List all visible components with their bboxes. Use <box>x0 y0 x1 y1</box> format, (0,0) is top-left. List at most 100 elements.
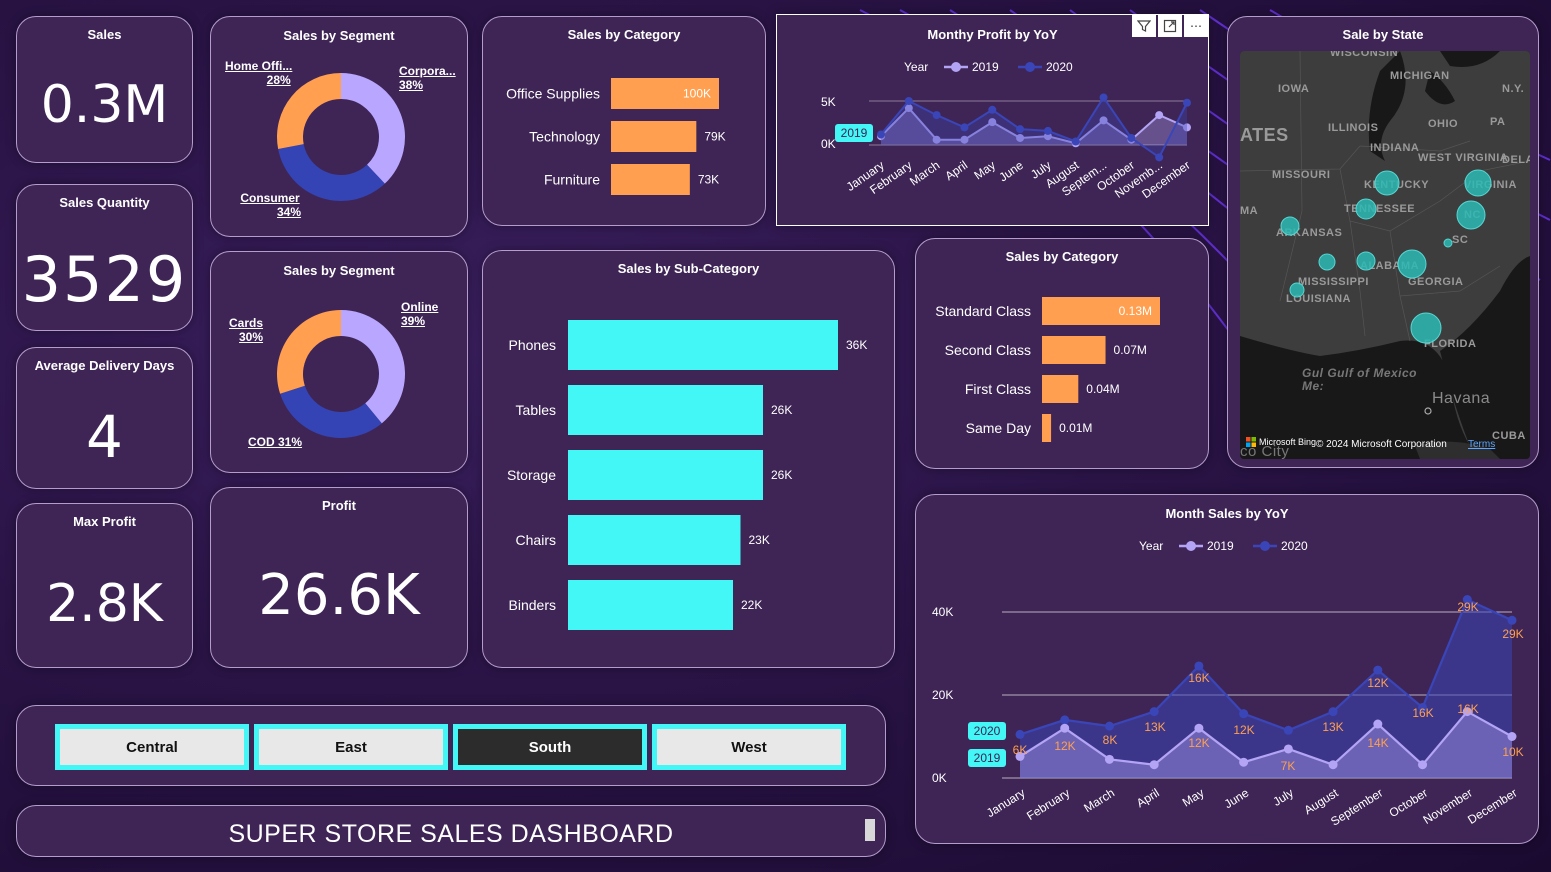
bar-data-label: 79K <box>704 130 725 144</box>
bar-category-label: Storage <box>507 467 556 483</box>
legend-label[interactable]: 2019 <box>972 60 999 74</box>
data-point[interactable] <box>1507 615 1517 625</box>
data-point[interactable] <box>1015 729 1025 739</box>
data-label: 12K <box>1367 676 1388 690</box>
data-label: 10K <box>1502 745 1523 759</box>
data-point[interactable] <box>1194 661 1204 671</box>
data-label: 29K <box>1502 627 1523 641</box>
kpi-delivery-value: 4 <box>86 403 123 471</box>
label-pct: 34% <box>277 205 302 219</box>
data-point[interactable] <box>1043 126 1052 135</box>
data-point[interactable] <box>960 123 969 132</box>
region-button-south[interactable]: South <box>453 724 647 770</box>
data-point[interactable] <box>1283 744 1293 754</box>
bubble-sc <box>1443 238 1453 248</box>
label-pct: 39% <box>401 314 426 328</box>
category-bar-chart[interactable]: Office Supplies 100K Technology 79K Furnitur… <box>483 17 766 226</box>
donut-slice-corpora[interactable] <box>341 73 405 184</box>
kpi-quantity-card: Sales Quantity 3529 <box>16 184 193 331</box>
data-point[interactable] <box>1149 707 1159 717</box>
monthly-profit-card: ⋯ Monthy Profit by YoY Year 2019 2020 5K 0K 2… <box>776 14 1209 226</box>
x-tick-label: June <box>1222 786 1252 812</box>
x-tick-label: April <box>942 158 970 183</box>
segment-donut-1-label-consumer: Consumer 34% <box>239 191 301 219</box>
x-tick-label: February <box>1024 786 1072 823</box>
month-sales-area-chart[interactable]: Year 2019 2020 40K 20K 0K 6K 12K 8K 13K 16K 12K 12K 7… <box>916 495 1539 844</box>
data-point[interactable] <box>904 97 913 105</box>
shipmode-bar-chart[interactable]: Standard Class 0.13M Second Class 0.07M Firs… <box>916 239 1209 469</box>
legend-marker <box>951 62 961 72</box>
map-terms-link[interactable]: Terms <box>1468 439 1495 450</box>
bar-category-label: Technology <box>529 129 600 145</box>
data-point[interactable] <box>1507 732 1517 741</box>
bar-data-label: 0.07M <box>1114 343 1147 357</box>
data-point[interactable] <box>932 111 941 120</box>
bar[interactable] <box>568 580 733 630</box>
data-point[interactable] <box>1194 723 1204 733</box>
bubble-kentucky <box>1374 170 1400 196</box>
data-point[interactable] <box>1373 665 1383 675</box>
data-point[interactable] <box>988 105 997 114</box>
data-point[interactable] <box>1283 725 1293 735</box>
bar[interactable] <box>568 385 763 435</box>
x-tick-label: January <box>984 786 1028 821</box>
data-point[interactable] <box>1373 719 1383 729</box>
legend-label[interactable]: 2020 <box>1046 60 1073 74</box>
data-point[interactable] <box>1099 93 1108 102</box>
segment-donut-2-label-cards: Cards 30% <box>229 316 263 344</box>
data-point[interactable] <box>1104 721 1114 731</box>
label-name: Cards <box>229 316 264 330</box>
data-point[interactable] <box>1328 760 1338 770</box>
data-point[interactable] <box>1127 133 1136 142</box>
data-point[interactable] <box>1149 760 1159 770</box>
kpi-quantity-value: 3529 <box>21 243 188 316</box>
kpi-max-profit-card: Max Profit 2.8K <box>16 503 193 668</box>
bar[interactable] <box>611 164 690 195</box>
segment-donut-2-label-cod: COD 31% <box>248 435 302 449</box>
bar-category-label: Second Class <box>945 342 1031 358</box>
data-point[interactable] <box>1328 707 1338 717</box>
state-map[interactable]: WISCONSIN MICHIGAN IOWA N.Y. ILLINOIS OH… <box>1240 51 1530 459</box>
bar-category-label: Office Supplies <box>506 86 600 102</box>
donut-slice-online[interactable] <box>341 310 405 424</box>
bar-data-label: 100K <box>683 87 711 101</box>
bar[interactable] <box>1042 375 1079 403</box>
data-point[interactable] <box>1016 125 1025 134</box>
bar[interactable] <box>568 320 838 370</box>
data-point[interactable] <box>1104 754 1114 764</box>
series-badge-label: 2019 <box>841 126 868 140</box>
bar[interactable] <box>1042 336 1106 364</box>
bar[interactable] <box>1042 414 1052 442</box>
x-tick-label: November <box>1420 786 1474 827</box>
bubble-florida <box>1410 312 1442 344</box>
category-chart-card: Sales by Category Office Supplies 100K Tec… <box>482 16 766 226</box>
donut-slice-cards[interactable] <box>277 310 341 394</box>
subcategory-bar-chart[interactable]: Phones 36K Tables 26K Storage 26K Chairs 23K Bin… <box>483 251 895 668</box>
bar[interactable] <box>568 515 741 565</box>
data-point[interactable] <box>1060 715 1070 725</box>
region-button-central[interactable]: Central <box>55 724 249 770</box>
data-point[interactable] <box>1183 98 1191 107</box>
x-tick-label: March <box>907 158 942 189</box>
donut-slice-cod[interactable] <box>280 385 382 438</box>
data-label: 12K <box>1233 723 1254 737</box>
data-point[interactable] <box>1155 111 1164 120</box>
monthly-profit-line-chart[interactable]: Year 2019 20205K0K2019JanuaryFebruaryMarch… <box>777 15 1209 226</box>
data-point[interactable] <box>1071 137 1080 146</box>
region-button-east[interactable]: East <box>254 724 448 770</box>
data-point[interactable] <box>877 130 885 139</box>
data-point[interactable] <box>1418 760 1428 770</box>
bar[interactable] <box>611 121 697 152</box>
legend-label[interactable]: 2019 <box>1207 539 1234 553</box>
dashboard-title-card: SUPER STORE SALES DASHBOARD <box>16 805 886 857</box>
shipmode-chart-card: Sales by Category Standard Class 0.13M Sec… <box>915 238 1209 469</box>
region-button-west[interactable]: West <box>652 724 846 770</box>
data-point[interactable] <box>1239 709 1249 719</box>
data-point[interactable] <box>1239 757 1249 767</box>
data-point[interactable] <box>1060 723 1070 733</box>
scroll-handle[interactable] <box>865 819 875 841</box>
bar[interactable] <box>568 450 763 500</box>
data-label: 16K <box>1188 671 1209 685</box>
legend-label[interactable]: 2020 <box>1281 539 1308 553</box>
bar-category-label: Standard Class <box>935 303 1031 319</box>
